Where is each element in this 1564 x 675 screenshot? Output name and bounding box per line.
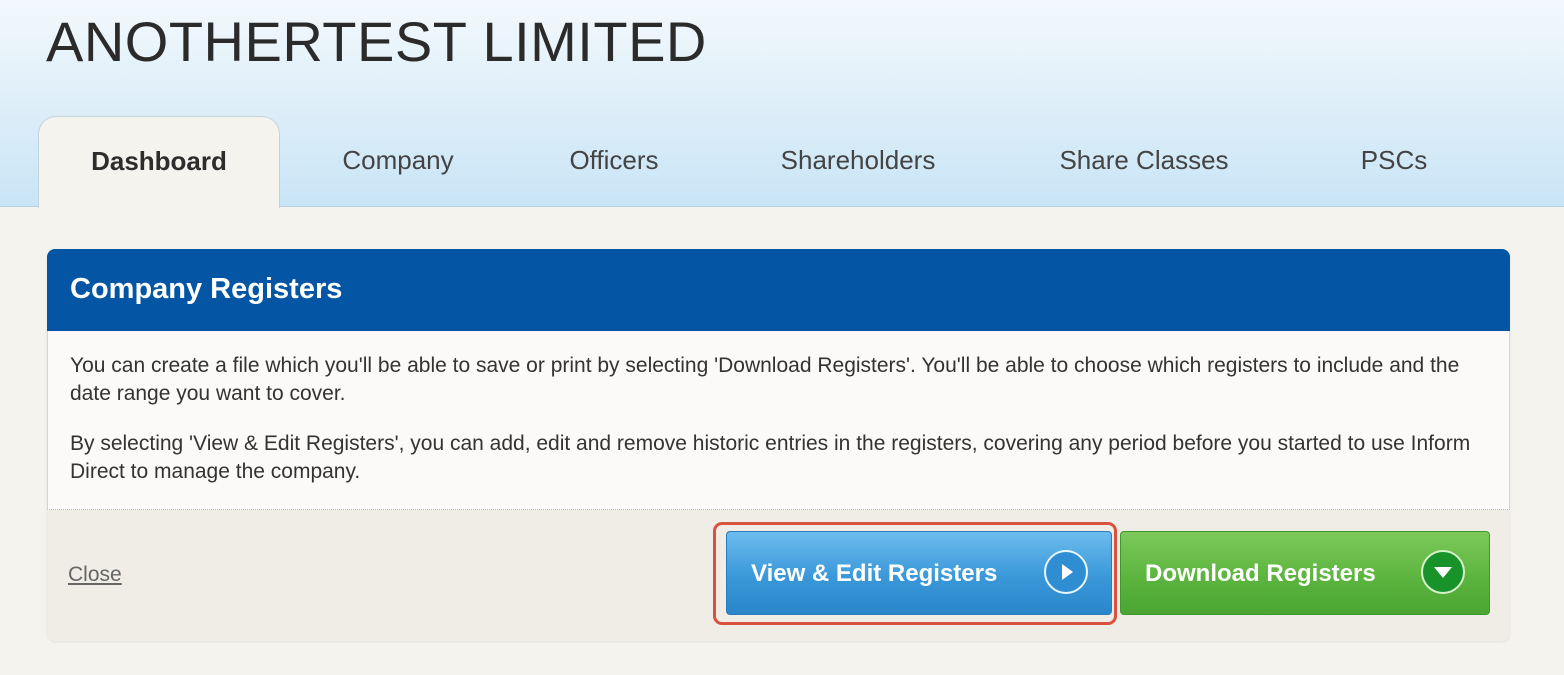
tab-bar: Dashboard Company Officers Shareholders … (38, 116, 1518, 208)
play-circle-icon (1044, 550, 1088, 594)
view-edit-description: By selecting 'View & Edit Registers', yo… (70, 432, 1471, 483)
page-header: ANOTHERTEST LIMITED Dashboard Company Of… (0, 0, 1564, 208)
company-registers-panel: Company Registers You can create a file … (47, 249, 1510, 641)
download-registers-label: Download Registers (1145, 560, 1376, 587)
panel-title: Company Registers (70, 273, 343, 305)
panel-header: Company Registers (47, 249, 1510, 331)
view-edit-registers-label: View & Edit Registers (751, 560, 998, 587)
tab-share-classes[interactable]: Share Classes (1016, 116, 1272, 207)
view-edit-registers-button[interactable]: View & Edit Registers (726, 531, 1112, 615)
tab-dashboard[interactable]: Dashboard (38, 116, 280, 208)
tab-company[interactable]: Company (296, 116, 500, 207)
panel-body: You can create a file which you'll be ab… (47, 331, 1510, 510)
chevron-down-circle-icon (1421, 550, 1465, 594)
close-link[interactable]: Close (68, 563, 122, 587)
download-description: You can create a file which you'll be ab… (70, 354, 1460, 405)
tab-shareholders[interactable]: Shareholders (746, 116, 970, 207)
tab-pscs[interactable]: PSCs (1314, 116, 1474, 207)
company-title: ANOTHERTEST LIMITED (46, 10, 707, 73)
download-registers-button[interactable]: Download Registers (1120, 531, 1490, 615)
tab-officers[interactable]: Officers (526, 116, 702, 207)
